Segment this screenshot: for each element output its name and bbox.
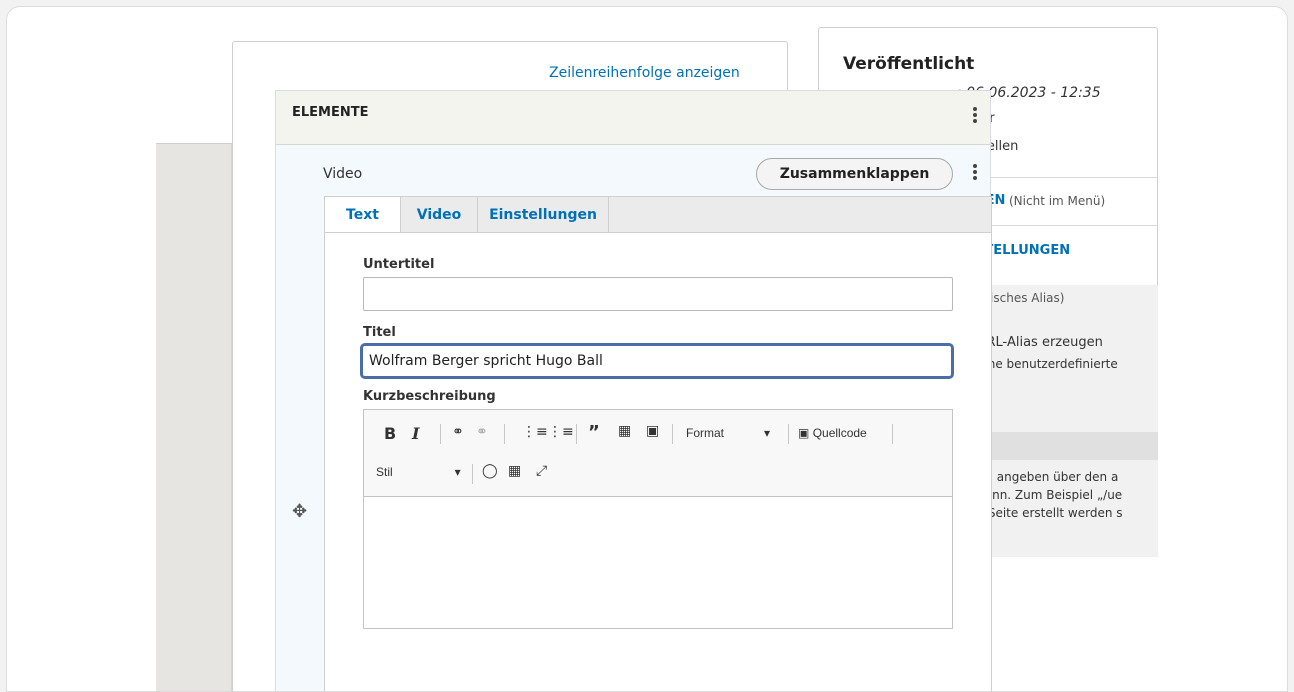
numbered-list-icon[interactable]: ⋮≡ — [548, 424, 574, 440]
subtitle-input[interactable] — [363, 277, 953, 311]
toolbar-separator — [440, 424, 441, 444]
alias-help-line: kann. Zum Beispiel „/ue — [978, 488, 1123, 502]
kebab-icon[interactable] — [968, 105, 982, 129]
generate-alias-label[interactable]: URL-Alias erzeugen — [977, 335, 1103, 350]
alias-help-line: "-Seite erstellt werden s — [978, 506, 1123, 520]
show-row-order-link[interactable]: Zeilenreihenfolge anzeigen — [549, 65, 740, 81]
title-label: Titel — [363, 325, 396, 340]
drag-handle-icon[interactable]: ✥ — [292, 501, 307, 522]
blockquote-icon[interactable]: ” — [588, 422, 600, 443]
subtitle-label: Untertitel — [363, 257, 435, 272]
source-button[interactable]: ▣ Quellcode — [798, 426, 867, 440]
image-icon[interactable]: ▣ — [646, 423, 659, 439]
chevron-down-icon: ▾ — [764, 426, 771, 440]
table-icon[interactable]: ▦ — [508, 463, 521, 479]
paragraphs-title: ELEMENTE — [292, 105, 369, 120]
title-input[interactable] — [360, 343, 954, 379]
tab-text[interactable]: Text — [325, 197, 401, 234]
globe-icon[interactable]: ◯ — [482, 463, 498, 479]
source-label: Quellcode — [812, 426, 867, 440]
left-column-header — [156, 41, 232, 144]
tab-panel-text: Untertitel Titel Kurzbeschreibung B I ⚭ … — [324, 232, 992, 691]
chevron-down-icon: ▾ — [454, 465, 461, 479]
browser-viewport: Zeilenreihenfolge anzeigen Veröffentlich… — [6, 6, 1288, 692]
toolbar-separator — [472, 464, 473, 484]
custom-alias-desc: eine benutzerdefinierte — [977, 357, 1118, 371]
editor-toolbar: B I ⚭ ⚭ ⋮≡ ⋮≡ ” ▦ ▣ Format ▾ ▣ Quellcode — [364, 410, 952, 497]
bulleted-list-icon[interactable]: ⋮≡ — [522, 424, 548, 440]
collapse-button[interactable]: Zusammenklappen — [756, 158, 953, 190]
source-icon: ▣ — [798, 426, 810, 440]
italic-button[interactable]: I — [412, 424, 419, 443]
menu-note: (Nicht im Menü) — [1009, 194, 1106, 208]
publish-status-title: Veröffentlicht — [843, 54, 975, 74]
toolbar-separator — [576, 424, 577, 444]
format-label: Format — [686, 426, 725, 440]
toolbar-separator — [672, 424, 673, 444]
tab-settings[interactable]: Einstellungen — [478, 197, 609, 233]
paragraph-tabs: Text Video Einstellungen — [324, 196, 992, 234]
link-icon[interactable]: ⚭ — [452, 424, 464, 440]
toolbar-separator — [892, 424, 893, 444]
paragraphs-header: ELEMENTE — [276, 91, 990, 145]
maximize-icon[interactable]: ⤢ — [536, 463, 547, 479]
paragraphs-widget: ELEMENTE ✥ Video Zusammenklappen Text Vi… — [275, 90, 992, 691]
media-embed-icon[interactable]: ▦ — [618, 423, 631, 439]
toolbar-separator — [504, 424, 505, 444]
summary-label: Kurzbeschreibung — [363, 389, 496, 404]
style-dropdown[interactable]: Stil ▾ — [376, 465, 461, 479]
kebab-icon[interactable] — [968, 162, 982, 186]
format-dropdown[interactable]: Format ▾ — [686, 426, 770, 440]
alias-help-line: ad angeben über den a — [978, 470, 1119, 484]
bold-button[interactable]: B — [384, 424, 396, 443]
toolbar-separator — [788, 424, 789, 444]
unlink-icon[interactable]: ⚭ — [476, 424, 488, 440]
rich-text-editor: B I ⚭ ⚭ ⋮≡ ⋮≡ ” ▦ ▣ Format ▾ ▣ Quellcode — [363, 409, 953, 629]
style-label: Stil — [376, 465, 393, 479]
paragraph-type-label: Video — [323, 166, 363, 182]
tab-video[interactable]: Video — [401, 197, 478, 233]
